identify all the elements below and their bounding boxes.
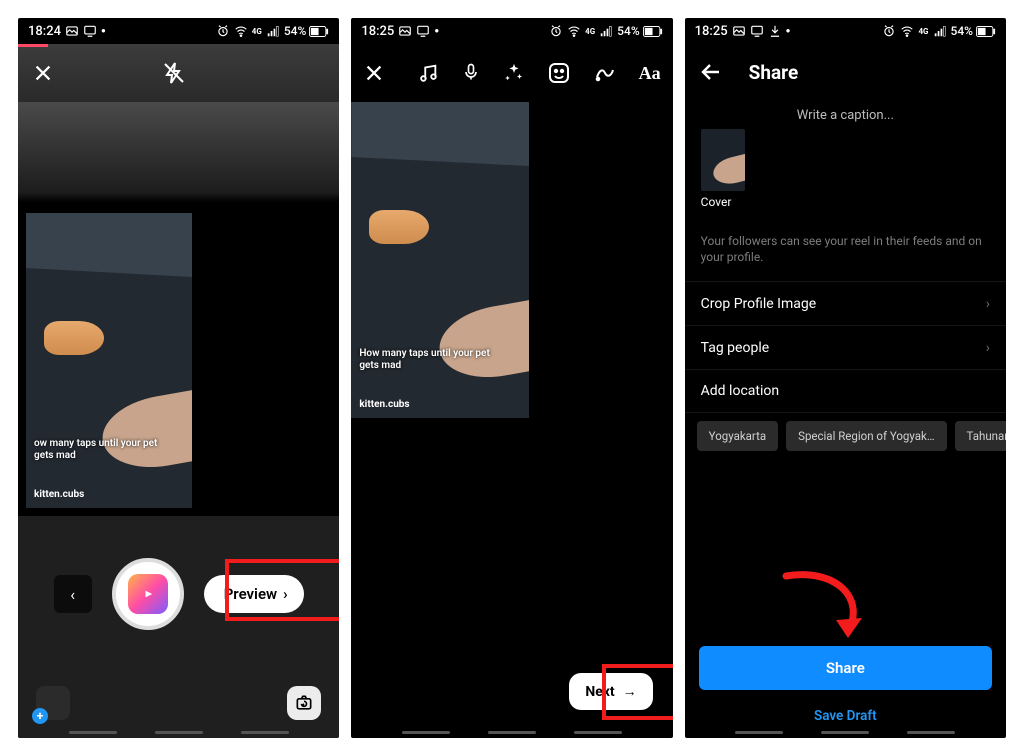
setting-add-location[interactable]: Add location [685,369,1006,413]
flash-off-icon[interactable] [162,61,186,85]
picture-icon [65,24,79,38]
visibility-info-text: Your followers can see your reel in thei… [685,221,1006,281]
more-dot-icon: ● [101,27,106,35]
gallery-add-icon: + [32,708,48,724]
chevron-right-icon: › [986,296,990,312]
save-draft-button[interactable]: Save Draft [685,708,1006,724]
battery-indicator: 54% [951,24,996,38]
cast-icon [83,24,97,38]
cover-section[interactable]: Cover [685,125,1006,221]
network-4g-icon: 4G [585,27,595,36]
screenshot-triptych: 18:24 ● 4G 54% 1× [18,18,1006,738]
cast-icon [750,24,764,38]
edit-top-bar: Aa [351,44,672,102]
status-time: 18:24 [28,24,61,39]
status-bar: 18:25 ● 4G 54% [351,18,672,44]
screen-reels-edit: 18:25 ● 4G 54% [351,18,672,738]
camera-top-bar [18,44,339,102]
share-header: Share [685,44,1006,100]
download-icon [768,24,782,38]
battery-indicator: 54% [284,24,329,38]
text-icon[interactable]: Aa [639,63,661,84]
annotation-arrow [776,568,876,648]
video-preview: ow many taps until your pet gets mad kit… [26,213,192,508]
signal-icon [599,24,613,38]
video-overlay-text: ow many taps until your pet gets mad [34,438,172,462]
more-dot-icon: ● [434,27,439,35]
video-overlay-text: How many taps until your pet gets mad [359,348,509,372]
nav-gesture-bar [18,731,339,735]
shutter-button[interactable] [112,558,184,630]
clip-thumb-button[interactable]: ‹ [54,575,92,613]
page-title: Share [749,61,799,84]
alarm-icon [549,24,563,38]
more-dot-icon: ● [786,27,791,35]
chevron-right-icon: › [986,340,990,356]
network-4g-icon: 4G [252,27,262,36]
music-icon[interactable] [417,62,439,84]
picture-icon [732,24,746,38]
signal-icon [266,24,280,38]
status-time: 18:25 [695,24,728,39]
share-button[interactable]: Share [699,646,992,690]
picture-icon [398,24,412,38]
status-bar: 18:25 ● 4G 54% [685,18,1006,44]
video-credit: kitten.cubs [359,399,409,410]
screen-share: 18:25 ● 4G 54% Share Write a [685,18,1006,738]
reels-icon [128,574,168,614]
location-chip[interactable]: Special Region of Yogyak… [786,421,946,451]
draw-icon[interactable] [593,61,617,85]
setting-tag-people[interactable]: Tag people › [685,325,1006,369]
cast-icon [416,24,430,38]
battery-indicator: 54% [617,24,662,38]
sticker-icon[interactable] [547,61,571,85]
wifi-icon [900,24,914,38]
alarm-icon [216,24,230,38]
wifi-icon [567,24,581,38]
camera-gradient-fill [18,102,339,202]
setting-crop-profile[interactable]: Crop Profile Image › [685,281,1006,325]
network-4g-icon: 4G [918,27,928,36]
location-chip[interactable]: Yogyakarta [697,421,778,451]
alarm-icon [882,24,896,38]
record-progress-bar [18,44,48,47]
close-icon[interactable] [32,62,54,84]
location-chip[interactable]: Tahunan, Umbu [955,421,1006,451]
effects-icon[interactable] [503,62,525,84]
status-time: 18:25 [361,24,394,39]
status-bar: 18:24 ● 4G 54% [18,18,339,44]
wifi-icon [234,24,248,38]
annotation-highlight-box [602,664,672,720]
video-credit: kitten.cubs [34,489,84,500]
nav-gesture-bar [685,731,1006,735]
signal-icon [933,24,947,38]
video-preview: How many taps until your pet gets mad ki… [351,102,529,418]
nav-gesture-bar [351,731,672,735]
caption-input[interactable]: Write a caption... [685,100,1006,125]
back-icon[interactable] [699,60,723,84]
cover-thumbnail [701,129,745,191]
voiceover-icon[interactable] [461,62,481,84]
switch-camera-button[interactable] [287,686,321,720]
screen-reels-record: 18:24 ● 4G 54% 1× [18,18,339,738]
close-icon[interactable] [363,62,385,84]
cover-label: Cover [701,195,990,209]
location-chip-row: Yogyakarta Special Region of Yogyak… Tah… [685,413,1006,451]
annotation-highlight-box [225,559,339,621]
